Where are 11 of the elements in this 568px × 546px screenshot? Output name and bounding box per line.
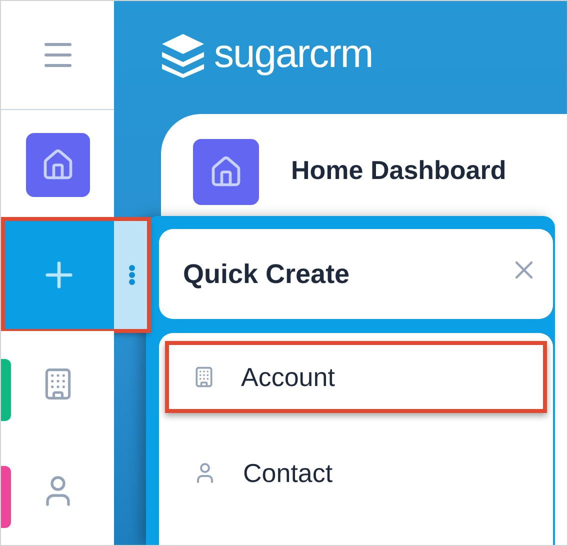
more-icon	[128, 264, 134, 285]
dashboard-title: Home Dashboard	[291, 155, 506, 186]
menu-item[interactable]: Account	[165, 341, 547, 413]
panel-title: Quick Create	[183, 258, 350, 290]
quick-create-button[interactable]	[3, 219, 114, 331]
logo-icon	[160, 32, 206, 78]
building-icon	[193, 366, 215, 388]
home-button[interactable]	[26, 132, 90, 196]
home-icon	[209, 155, 243, 189]
logo-text: sugarcrm	[214, 32, 373, 77]
more-button[interactable]	[114, 219, 149, 331]
